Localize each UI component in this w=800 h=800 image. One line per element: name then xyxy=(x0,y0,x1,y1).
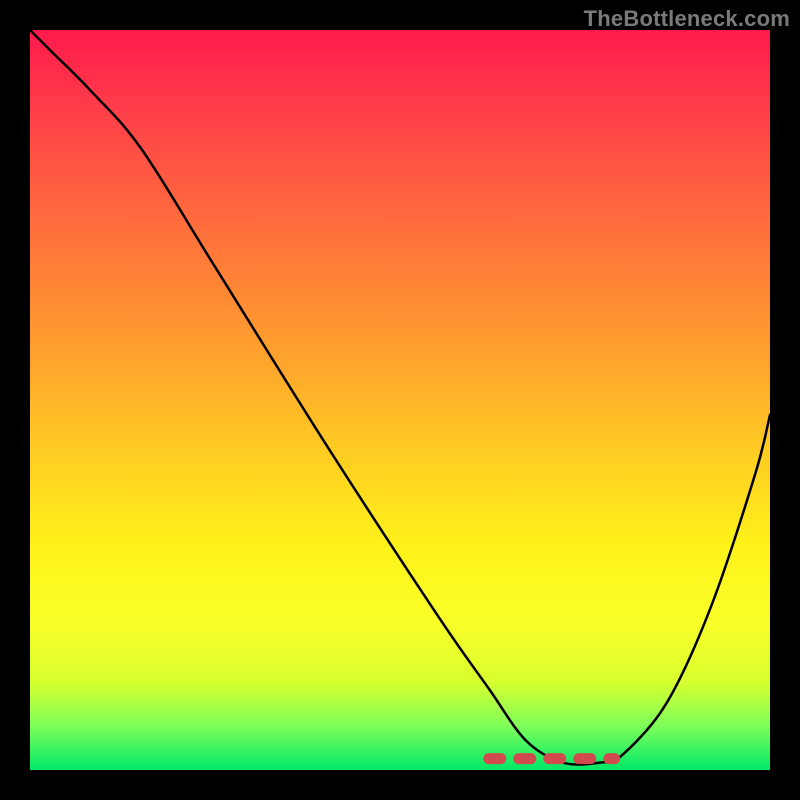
chart-container: TheBottleneck.com xyxy=(0,0,800,800)
bottleneck-curve xyxy=(30,30,770,765)
watermark-text: TheBottleneck.com xyxy=(584,6,790,32)
plot-area xyxy=(30,30,770,770)
curve-svg xyxy=(30,30,770,770)
